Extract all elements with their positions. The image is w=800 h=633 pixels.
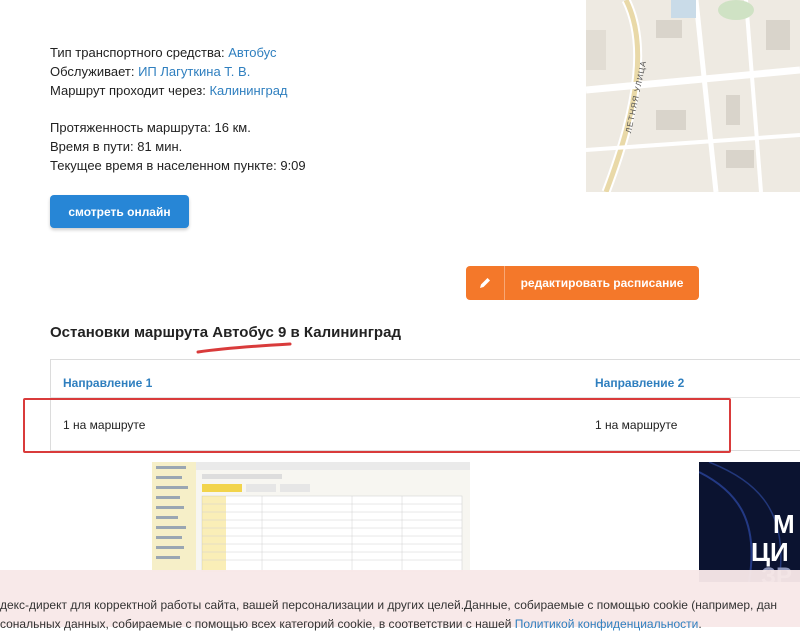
transport-type-link[interactable]: Автобус bbox=[228, 45, 276, 60]
stops-heading: Остановки маршрута Автобус 9 в Калинингр… bbox=[50, 324, 401, 341]
operator-label: Обслуживает: bbox=[50, 64, 139, 79]
direction-1-header[interactable]: Направление 1 bbox=[63, 376, 152, 390]
route-map[interactable]: ЛЕТНЯЯ УЛИЦА bbox=[586, 0, 800, 192]
route-info: Тип транспортного средства: Автобус Обсл… bbox=[50, 43, 306, 175]
edit-schedule-label: редактировать расписание bbox=[520, 276, 684, 290]
via-row: Маршрут проходит через: Калининград bbox=[50, 81, 306, 100]
cookie-text-line-2: сональных данных, собираемые с помощью в… bbox=[0, 615, 702, 633]
edit-schedule-button[interactable]: редактировать расписание bbox=[466, 266, 699, 300]
highlight-box bbox=[23, 398, 731, 453]
via-city-link[interactable]: Калининград bbox=[209, 83, 287, 98]
transport-type-row: Тип транспортного средства: Автобус bbox=[50, 43, 306, 62]
operator-link[interactable]: ИП Лагуткина Т. В. bbox=[138, 64, 250, 79]
stops-heading-suffix: в Калининград bbox=[286, 324, 401, 341]
ad-thumbnail-graphic bbox=[152, 462, 470, 572]
transport-type-label: Тип транспортного средства: bbox=[50, 45, 229, 60]
direction-2-header[interactable]: Направление 2 bbox=[595, 376, 684, 390]
watch-online-button[interactable]: смотреть онлайн bbox=[50, 195, 189, 228]
stops-heading-prefix: Остановки маршрута bbox=[50, 324, 213, 341]
privacy-policy-link[interactable]: Политикой конфиденциальности bbox=[515, 617, 699, 631]
ad-banner-right[interactable]: М ЦИ ЗР bbox=[699, 462, 800, 582]
stops-heading-route: Автобус 9 bbox=[212, 324, 287, 341]
ad-banner-text-1: М bbox=[773, 509, 795, 539]
map-graphic bbox=[586, 0, 800, 192]
route-length: Протяженность маршрута: 16 км. bbox=[50, 120, 251, 135]
route-duration: Время в пути: 81 мин. bbox=[50, 139, 183, 154]
operator-row: Обслуживает: ИП Лагуткина Т. В. bbox=[50, 62, 306, 81]
cookie-text-line-2-suffix: . bbox=[698, 617, 702, 631]
cookie-text-line-2-prefix: сональных данных, собираемые с помощью в… bbox=[0, 617, 515, 631]
red-underline-mark bbox=[196, 342, 292, 354]
cookie-text-line-1: декс-директ для корректной работы сайта,… bbox=[0, 598, 778, 612]
watch-online-label: смотреть онлайн bbox=[68, 204, 171, 219]
via-label: Маршрут проходит через: bbox=[50, 83, 210, 98]
ad-thumbnail[interactable] bbox=[152, 462, 470, 572]
ad-banner-text-2: ЦИ bbox=[751, 537, 789, 567]
pencil-icon bbox=[466, 266, 505, 300]
cookie-banner: декс-директ для корректной работы сайта,… bbox=[0, 570, 800, 631]
current-time: Текущее время в населенном пункте: 9:09 bbox=[50, 158, 306, 173]
